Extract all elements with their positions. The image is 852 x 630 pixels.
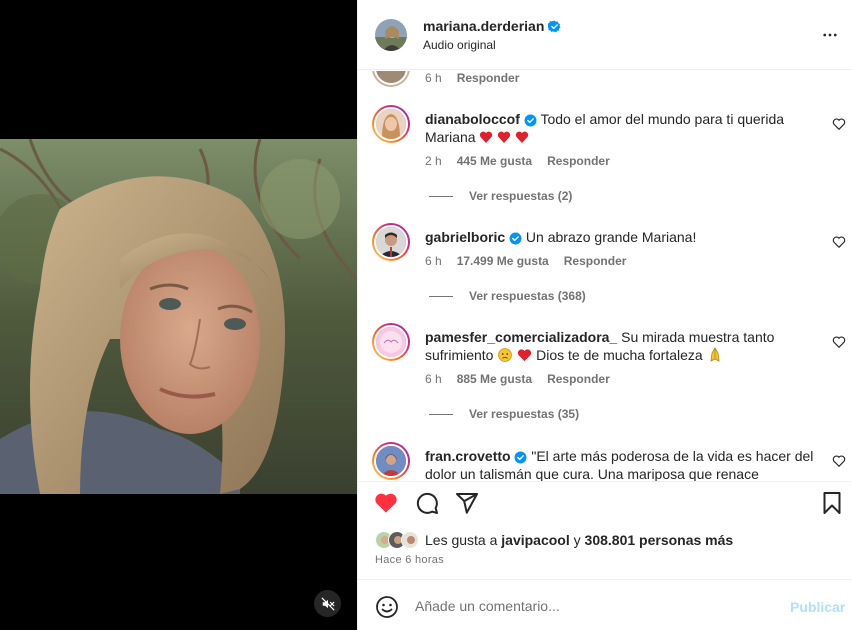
author-username-row[interactable]: mariana.derderian	[423, 18, 561, 34]
comment-username[interactable]: fran.crovetto	[425, 448, 511, 464]
more-icon[interactable]	[820, 26, 840, 44]
mute-icon	[321, 597, 334, 610]
comment-text-continued: Dios te de mucha fortaleza	[536, 347, 703, 363]
comment-like-heart-icon[interactable]	[832, 117, 846, 131]
reply-button[interactable]: Responder	[457, 71, 520, 85]
comment-body: gabrielboric Un abrazo grande Mariana!	[425, 228, 815, 246]
save-icon[interactable]	[820, 491, 844, 515]
likes-others[interactable]: 308.801 personas más	[585, 532, 734, 548]
comment-meta: 6 h Responder	[425, 71, 519, 85]
share-icon[interactable]	[455, 491, 479, 515]
comment-like-heart-icon[interactable]	[832, 454, 846, 468]
comment-avatar[interactable]	[372, 71, 410, 87]
comment-meta: 2 h 445 Me gusta Responder	[425, 154, 610, 168]
publish-button[interactable]: Publicar	[790, 599, 845, 615]
red-heart-icon	[518, 349, 532, 361]
comment-like-heart-icon[interactable]	[832, 335, 846, 349]
praying-hands-emoji	[707, 347, 723, 366]
sad-face-emoji	[497, 347, 513, 366]
mute-button[interactable]	[314, 590, 341, 617]
comment-username[interactable]: pamesfer_comercializadora_	[425, 329, 617, 345]
post-timestamp[interactable]: Hace 6 horas	[375, 554, 444, 566]
likes-user[interactable]: javipacool	[501, 532, 569, 548]
avatar-image	[376, 109, 406, 139]
comment-username[interactable]: gabrielboric	[425, 229, 505, 245]
author-username[interactable]: mariana.derderian	[423, 18, 544, 34]
post-header: mariana.derderian Audio original	[358, 0, 852, 70]
comment-input[interactable]	[415, 593, 775, 619]
comment-avatar[interactable]	[372, 323, 410, 361]
comment-composer: Publicar	[358, 581, 852, 630]
view-replies-label[interactable]: Ver respuestas (368)	[469, 289, 586, 303]
comment-meta: 6 h 17.499 Me gusta Responder	[425, 254, 626, 268]
liker-avatar-image	[402, 532, 418, 548]
likers-avatars	[375, 531, 419, 549]
audio-label[interactable]: Audio original	[423, 38, 496, 52]
comment-body: fran.crovetto "El arte más poderosa de l…	[425, 447, 815, 481]
verified-icon	[515, 451, 527, 464]
avatar-image	[376, 327, 406, 357]
view-replies-button[interactable]: Ver respuestas (368)	[429, 289, 586, 303]
post-details-panel: mariana.derderian Audio original 6 h Res…	[357, 0, 852, 630]
red-heart-emoji	[517, 348, 532, 366]
video-panel[interactable]	[0, 0, 357, 630]
liker-avatar	[401, 531, 419, 549]
likes-summary[interactable]: Les gusta a javipacool y 308.801 persona…	[375, 531, 733, 549]
comment-icon[interactable]	[415, 491, 439, 515]
post-video[interactable]	[0, 139, 357, 494]
view-replies-label[interactable]: Ver respuestas (2)	[469, 189, 572, 203]
praying-hands-icon	[710, 347, 720, 362]
replies-line	[429, 295, 453, 297]
sad-face-icon	[498, 348, 513, 362]
likes-prefix: Les gusta a	[425, 532, 498, 548]
view-replies-button[interactable]: Ver respuestas (35)	[429, 407, 579, 421]
replies-line	[429, 195, 453, 197]
comment-likes[interactable]: 445 Me gusta	[457, 154, 532, 168]
author-avatar-image	[375, 19, 407, 51]
comment-like-heart-icon[interactable]	[832, 235, 846, 249]
comment-body: dianaboloccof Todo el amor del mundo par…	[425, 110, 815, 148]
emoji-icon[interactable]	[375, 595, 399, 619]
heart-icon[interactable]	[374, 491, 398, 515]
verified-icon	[509, 232, 522, 245]
comment-time[interactable]: 6 h	[425, 372, 442, 386]
comment-likes[interactable]: 17.499 Me gusta	[457, 254, 549, 268]
verified-icon	[524, 114, 537, 127]
red-heart-emojis	[480, 131, 529, 143]
likes-joiner: y	[573, 532, 581, 548]
comment-time[interactable]: 6 h	[425, 71, 442, 85]
heart-emojis	[479, 130, 529, 148]
reply-button[interactable]: Responder	[547, 154, 610, 168]
comment-likes[interactable]: 885 Me gusta	[457, 372, 532, 386]
reply-button[interactable]: Responder	[547, 372, 610, 386]
comment-body: pamesfer_comercializadora_ Su mirada mue…	[425, 328, 815, 366]
post-actions: Les gusta a javipacool y 308.801 persona…	[358, 481, 852, 580]
verified-icon	[548, 20, 561, 32]
comment-time[interactable]: 6 h	[425, 254, 442, 268]
comments-list[interactable]: 6 h Responder dianaboloccof Todo el amor…	[358, 71, 852, 481]
comment-avatar[interactable]	[372, 105, 410, 143]
comment-avatar[interactable]	[372, 442, 410, 480]
author-avatar[interactable]	[375, 19, 407, 51]
view-replies-button[interactable]: Ver respuestas (2)	[429, 189, 572, 203]
avatar-image	[376, 446, 406, 476]
comment-text: Un abrazo grande Mariana!	[525, 229, 697, 245]
reply-button[interactable]: Responder	[564, 254, 627, 268]
comment-time[interactable]: 2 h	[425, 154, 442, 168]
view-replies-label[interactable]: Ver respuestas (35)	[469, 407, 579, 421]
comment-avatar[interactable]	[372, 223, 410, 261]
replies-line	[429, 413, 453, 415]
video-frame	[0, 139, 357, 494]
comment-meta: 6 h 885 Me gusta Responder	[425, 372, 610, 386]
avatar-image	[376, 227, 406, 257]
comment-username[interactable]: dianaboloccof	[425, 111, 520, 127]
